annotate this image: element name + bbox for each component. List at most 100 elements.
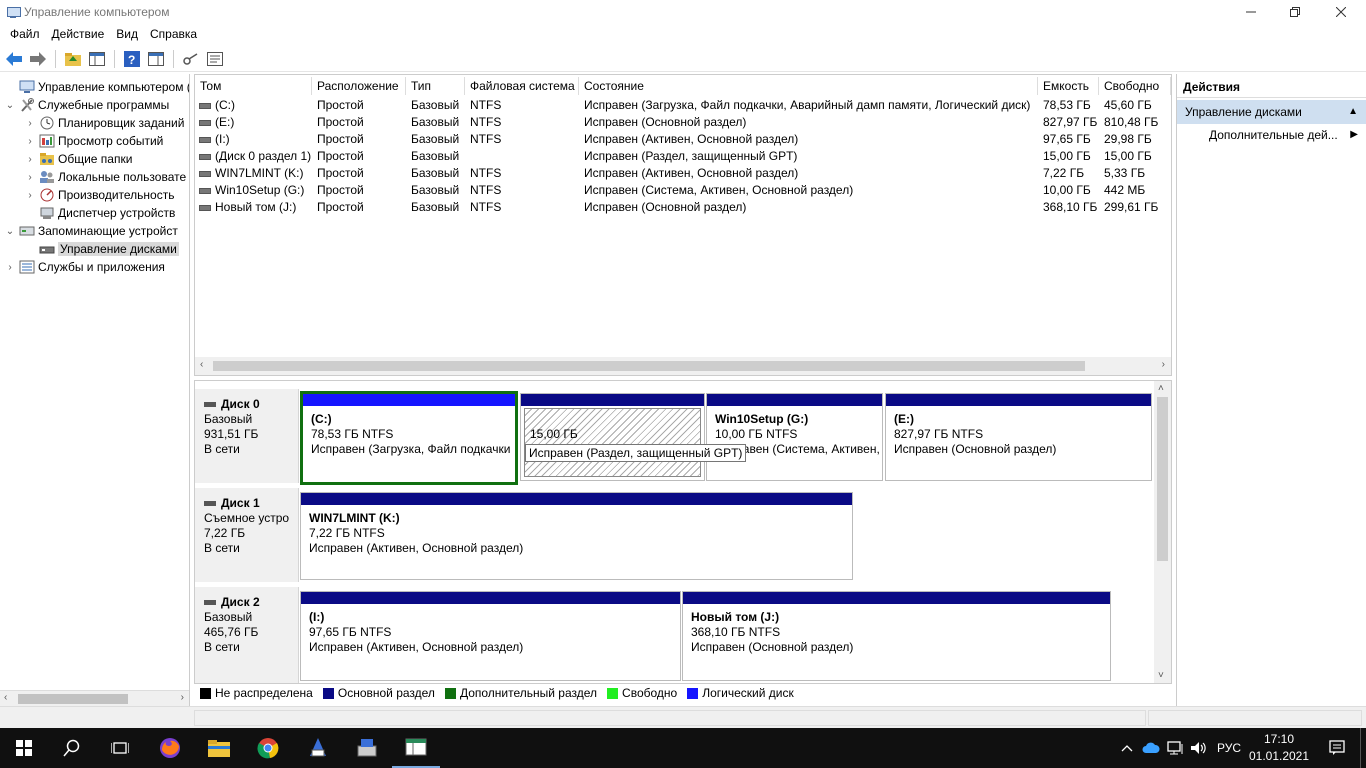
volume-icon xyxy=(199,187,211,194)
tree-local-users[interactable]: › Локальные пользовате xyxy=(24,168,186,186)
col-type[interactable]: Тип xyxy=(406,77,465,95)
tree-system-tools[interactable]: ⌄ Служебные программы xyxy=(4,96,169,114)
partition-g[interactable]: Win10Setup (G:) 10,00 ГБ NTFS Исправен (… xyxy=(706,393,883,481)
search-icon xyxy=(63,739,80,757)
table-row[interactable]: (I:) Простой Базовый NTFS Исправен (Акти… xyxy=(195,131,1171,148)
disk-0-label[interactable]: Диск 0 Базовый 931,51 ГБ В сети xyxy=(195,389,299,483)
firefox-icon xyxy=(160,738,180,758)
firefox-taskbar-button[interactable] xyxy=(146,728,194,768)
menu-action[interactable]: Действие xyxy=(46,27,111,41)
actions-section-disk-management[interactable]: Управление дисками ▲ xyxy=(1177,100,1366,124)
scrollbar-thumb[interactable] xyxy=(213,361,1085,371)
tree-services-apps[interactable]: › Службы и приложения xyxy=(4,258,165,276)
table-row[interactable]: Win10Setup (G:) Простой Базовый NTFS Исп… xyxy=(195,182,1171,199)
volume-tray-button[interactable] xyxy=(1188,728,1210,768)
disk-graphical-view: Диск 0 Базовый 931,51 ГБ В сети (C:) 78,… xyxy=(194,380,1172,684)
col-capacity[interactable]: Емкость xyxy=(1038,77,1099,95)
tree-device-manager[interactable]: Диспетчер устройств xyxy=(24,204,175,222)
partition-gpt-reserved[interactable]: 15,00 ГБ xyxy=(520,393,705,481)
more-actions[interactable]: Дополнительные дей... ▶ xyxy=(1177,124,1366,146)
search-button[interactable] xyxy=(48,728,96,768)
table-row[interactable]: Новый том (J:) Простой Базовый NTFS Испр… xyxy=(195,199,1171,216)
scroll-right-icon[interactable]: › xyxy=(181,692,184,703)
explorer-taskbar-button[interactable] xyxy=(195,728,243,768)
col-free[interactable]: Свободно xyxy=(1099,77,1171,95)
connect-button[interactable] xyxy=(181,49,201,69)
volume-list: Том Расположение Тип Файловая система Со… xyxy=(194,74,1172,376)
menu-help[interactable]: Справка xyxy=(144,27,203,41)
tree-root[interactable]: Управление компьютером (л xyxy=(4,78,189,96)
close-button[interactable] xyxy=(1318,0,1364,24)
folder-icon xyxy=(208,740,230,757)
maximize-button[interactable] xyxy=(1272,0,1318,24)
show-hide-action-button[interactable] xyxy=(146,49,166,69)
scroll-up-icon[interactable]: ˄ xyxy=(1158,383,1164,394)
tree-event-viewer[interactable]: › Просмотр событий xyxy=(24,132,163,150)
tree-disk-management[interactable]: Управление дисками xyxy=(24,240,179,258)
language-indicator[interactable]: РУС xyxy=(1212,728,1246,768)
taskbar: РУС 17:10 01.01.2021 xyxy=(0,728,1366,768)
notifications-button[interactable] xyxy=(1322,728,1352,768)
task-view-button[interactable] xyxy=(96,728,144,768)
tree-horizontal-scrollbar[interactable]: ‹ › xyxy=(0,690,189,706)
partition-tooltip: Исправен (Раздел, защищенный GPT) xyxy=(525,444,747,462)
back-button[interactable] xyxy=(4,49,24,69)
notification-icon xyxy=(1329,740,1345,755)
taskbar-clock[interactable]: 17:10 01.01.2021 xyxy=(1246,731,1312,765)
properties-button[interactable] xyxy=(205,49,225,69)
scroll-right-icon[interactable]: › xyxy=(1162,359,1165,370)
show-desktop-button[interactable] xyxy=(1360,728,1366,768)
tools-icon xyxy=(19,98,35,112)
app-taskbar-button[interactable] xyxy=(294,728,342,768)
disk-1-label[interactable]: Диск 1 Съемное устро 7,22 ГБ В сети xyxy=(195,488,299,582)
legend-free: Свободно xyxy=(607,686,677,700)
table-row[interactable]: WIN7LMINT (K:) Простой Базовый NTFS Испр… xyxy=(195,165,1171,182)
scroll-down-icon[interactable]: ˅ xyxy=(1158,670,1164,681)
partition-i[interactable]: (I:) 97,65 ГБ NTFS Исправен (Активен, Ос… xyxy=(300,591,681,681)
partition-k[interactable]: WIN7LMINT (K:) 7,22 ГБ NTFS Исправен (Ак… xyxy=(300,492,853,580)
partition-j[interactable]: Новый том (J:) 368,10 ГБ NTFS Исправен (… xyxy=(682,591,1111,681)
partition-c[interactable]: (C:) 78,53 ГБ NTFS Исправен (Загрузка, Ф… xyxy=(300,391,518,485)
scroll-left-icon[interactable]: ‹ xyxy=(200,359,203,370)
col-status[interactable]: Состояние xyxy=(579,77,1038,95)
network-tray-button[interactable] xyxy=(1164,728,1186,768)
start-button[interactable] xyxy=(0,728,48,768)
legend-primary: Основной раздел xyxy=(322,686,435,700)
scroll-left-icon[interactable]: ‹ xyxy=(4,692,7,703)
col-volume[interactable]: Том xyxy=(195,77,312,95)
tree-performance[interactable]: › Производительность xyxy=(24,186,174,204)
minimize-button[interactable] xyxy=(1228,0,1274,24)
menu-file[interactable]: Файл xyxy=(4,27,46,41)
chevron-up-icon xyxy=(1121,745,1133,752)
scrollbar-thumb[interactable] xyxy=(18,694,128,704)
disk-icon xyxy=(204,501,216,506)
forward-button[interactable] xyxy=(28,49,48,69)
menu-view[interactable]: Вид xyxy=(110,27,144,41)
up-folder-button[interactable] xyxy=(63,49,83,69)
volume-list-horizontal-scrollbar[interactable]: ‹ › xyxy=(195,357,1171,375)
console-tree-icon xyxy=(89,51,105,66)
show-hide-tree-button[interactable] xyxy=(87,49,107,69)
tree-task-scheduler[interactable]: › Планировщик заданий xyxy=(24,114,184,132)
help-button[interactable]: ? xyxy=(122,49,142,69)
chrome-taskbar-button[interactable] xyxy=(244,728,292,768)
partition-e[interactable]: (E:) 827,97 ГБ NTFS Исправен (Основной р… xyxy=(885,393,1152,481)
collapse-up-icon[interactable]: ▲ xyxy=(1348,100,1358,124)
disk-utility-taskbar-button[interactable] xyxy=(343,728,391,768)
tree-storage[interactable]: ⌄ Запоминающие устройст xyxy=(4,222,178,240)
disk-view-vertical-scrollbar[interactable]: ˄ ˅ xyxy=(1154,381,1171,683)
onedrive-tray-button[interactable] xyxy=(1140,728,1162,768)
table-row[interactable]: (Диск 0 раздел 1) Простой Базовый Исправ… xyxy=(195,148,1171,165)
computer-management-taskbar-button[interactable] xyxy=(392,728,440,768)
col-layout[interactable]: Расположение xyxy=(312,77,406,95)
table-row[interactable]: (E:) Простой Базовый NTFS Исправен (Осно… xyxy=(195,114,1171,131)
volume-icon xyxy=(199,136,211,143)
col-filesystem[interactable]: Файловая система xyxy=(465,77,579,95)
clock-icon xyxy=(39,116,55,130)
table-row[interactable]: (C:) Простой Базовый NTFS Исправен (Загр… xyxy=(195,97,1171,114)
scrollbar-thumb[interactable] xyxy=(1157,397,1168,561)
menu-bar: Файл Действие Вид Справка xyxy=(0,24,1366,44)
tray-overflow-button[interactable] xyxy=(1118,728,1136,768)
tree-shared-folders[interactable]: › Общие папки xyxy=(24,150,132,168)
disk-2-label[interactable]: Диск 2 Базовый 465,76 ГБ В сети xyxy=(195,587,299,683)
